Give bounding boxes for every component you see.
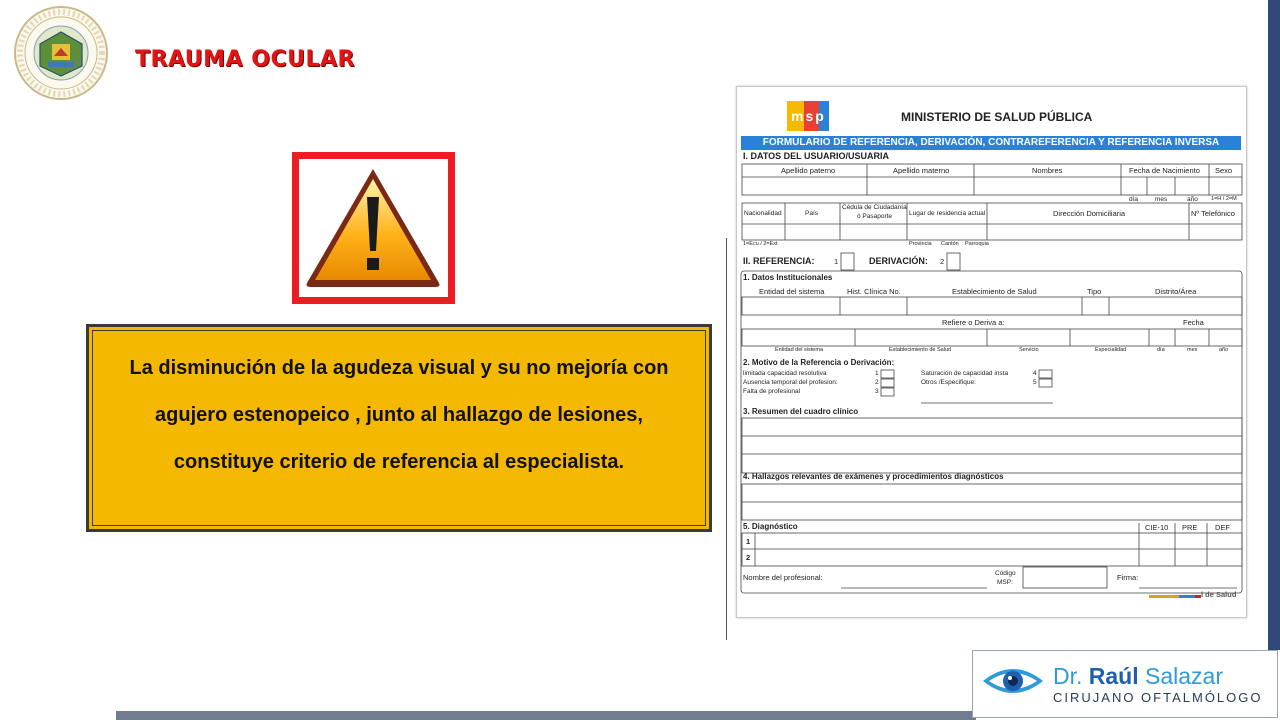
section-2-1-title: 1. Datos Institucionales — [743, 273, 833, 282]
h-ano-2: año — [1219, 347, 1229, 353]
h-canton: Cantón — [941, 241, 959, 247]
university-seal-icon — [8, 4, 115, 102]
section-2-2-title: 2. Motivo de la Referencia o Derivación: — [743, 358, 895, 367]
doctor-name: Dr. Raúl Salazar — [1053, 663, 1223, 690]
callout-text: La disminución de la agudeza visual y su… — [129, 357, 669, 473]
h-refiere: Refiere o Deriva a: — [942, 318, 1005, 327]
motivo-num-2: 2 — [875, 379, 879, 386]
referencia-num: 1 — [834, 257, 839, 266]
h-direccion: Dirección Domiciliaria — [1053, 209, 1126, 218]
eye-icon — [983, 669, 1043, 693]
motivo-1: limitada capacidad resolutiva — [743, 370, 827, 377]
h-dia: día — [1129, 196, 1139, 203]
warning-triangle-icon — [306, 169, 440, 287]
motivo-num-4: 4 — [1033, 370, 1037, 377]
motivo-num-1: 1 — [875, 370, 879, 377]
h-especialidad: Especialidad — [1095, 347, 1127, 353]
name-prefix: Dr. — [1053, 663, 1083, 689]
form-banner: FORMULARIO DE REFERENCIA, DERIVACIÓN, CO… — [741, 136, 1241, 150]
bottom-bar — [116, 711, 976, 720]
h-entidad-2: Entidad del sistema — [775, 347, 823, 353]
h-provincia: Provincia — [909, 241, 932, 247]
slide: TRAUMA OCULAR La disminución de la agude… — [0, 0, 1280, 720]
h-nac-code: 1=Ecu / 2=Ext — [743, 241, 778, 247]
section-1-title: I. DATOS DEL USUARIO/USUARIA — [743, 151, 890, 161]
h-tipo: Tipo — [1087, 287, 1102, 296]
h-distrito: Distrito/Área — [1155, 287, 1197, 296]
h-apellido-paterno: Apellido paterno — [781, 166, 836, 175]
h-pasaporte: ó Pasaporte — [857, 213, 893, 220]
h-historia: Hist. Clínica No. — [847, 287, 901, 296]
h-apellido-materno: Apellido materno — [893, 166, 950, 175]
section-2-4-title: 4. Hallazgos relevantes de exámenes y pr… — [743, 472, 1004, 481]
h-dia-2: día — [1157, 347, 1165, 353]
h-entidad: Entidad del sistema — [759, 287, 825, 296]
footer-mark: l de Salud — [1201, 590, 1237, 599]
doctor-logo: Dr. Raúl Salazar CIRUJANO OFTALMÓLOGO — [972, 650, 1278, 718]
h-fecha: Fecha — [1183, 318, 1204, 327]
motivo-5: Otros /Especifique: — [921, 379, 976, 386]
h-firma: Firma: — [1117, 573, 1139, 582]
h-servicio: Servicio — [1019, 347, 1039, 353]
motivo-num-3: 3 — [875, 388, 879, 395]
section-2-3-title: 3. Resumen del cuadro clínico — [743, 407, 859, 416]
motivo-3: Falta de profesional — [743, 388, 801, 395]
h-lugar-residencia: Lugar de residencia actual — [909, 210, 986, 217]
motivo-2: Ausencia temporal del profesion: — [743, 379, 838, 386]
slide-title: TRAUMA OCULAR — [135, 47, 355, 72]
diag-row-2: 2 — [746, 553, 751, 562]
h-fecha-nacimiento: Fecha de Nacimiento — [1129, 166, 1200, 175]
derivacion-num: 2 — [940, 257, 945, 266]
h-ano: año — [1187, 196, 1198, 203]
h-profesional: Nombre del profesional: — [743, 573, 823, 582]
msp-logo-letters: msp — [791, 108, 826, 124]
diag-row-1: 1 — [746, 537, 751, 546]
h-sexo-code: 1=H / 2=M — [1211, 196, 1237, 202]
h-parroquia: Parroquia — [965, 241, 989, 247]
referral-form-image: msp MINISTERIO DE SALUD PÚBLICA FORMULAR… — [736, 86, 1247, 618]
h-def: DEF — [1215, 523, 1230, 532]
h-msp: MSP: — [997, 579, 1013, 586]
right-edge-stripe — [1268, 0, 1280, 650]
h-pre: PRE — [1182, 523, 1198, 532]
name-bold: Raúl — [1088, 663, 1139, 689]
h-establecimiento: Establecimiento de Salud — [952, 287, 1037, 296]
doctor-subtitle: CIRUJANO OFTALMÓLOGO — [1053, 690, 1263, 705]
h-pais: País — [805, 210, 819, 217]
h-nombres: Nombres — [1032, 166, 1063, 175]
h-codigo: Código — [995, 570, 1016, 577]
h-sexo: Sexo — [1215, 166, 1233, 175]
callout-box: La disminución de la agudeza visual y su… — [86, 324, 712, 532]
h-telefono: Nº Telefónico — [1191, 209, 1235, 218]
section-2-5-title: 5. Diagnóstico — [743, 522, 798, 531]
h-establecimiento-2: Establecimiento de Salud — [889, 347, 952, 353]
motivo-4: Saturación de capacidad insta — [921, 370, 1009, 377]
ministry-heading: MINISTERIO DE SALUD PÚBLICA — [901, 110, 1093, 124]
derivacion-label: DERIVACIÓN: — [869, 256, 928, 266]
h-cie10: CIE-10 — [1145, 523, 1169, 532]
h-mes: mes — [1155, 196, 1168, 203]
warning-box — [292, 152, 455, 304]
h-cedula: Cédula de Ciudadanía — [842, 204, 907, 211]
divider-line — [726, 238, 727, 640]
name-last: Salazar — [1145, 663, 1223, 689]
h-mes-2: mes — [1187, 347, 1198, 353]
referencia-label: II. REFERENCIA: — [743, 256, 815, 266]
h-nacionalidad: Nacionalidad — [744, 210, 782, 217]
motivo-num-5: 5 — [1033, 379, 1037, 386]
